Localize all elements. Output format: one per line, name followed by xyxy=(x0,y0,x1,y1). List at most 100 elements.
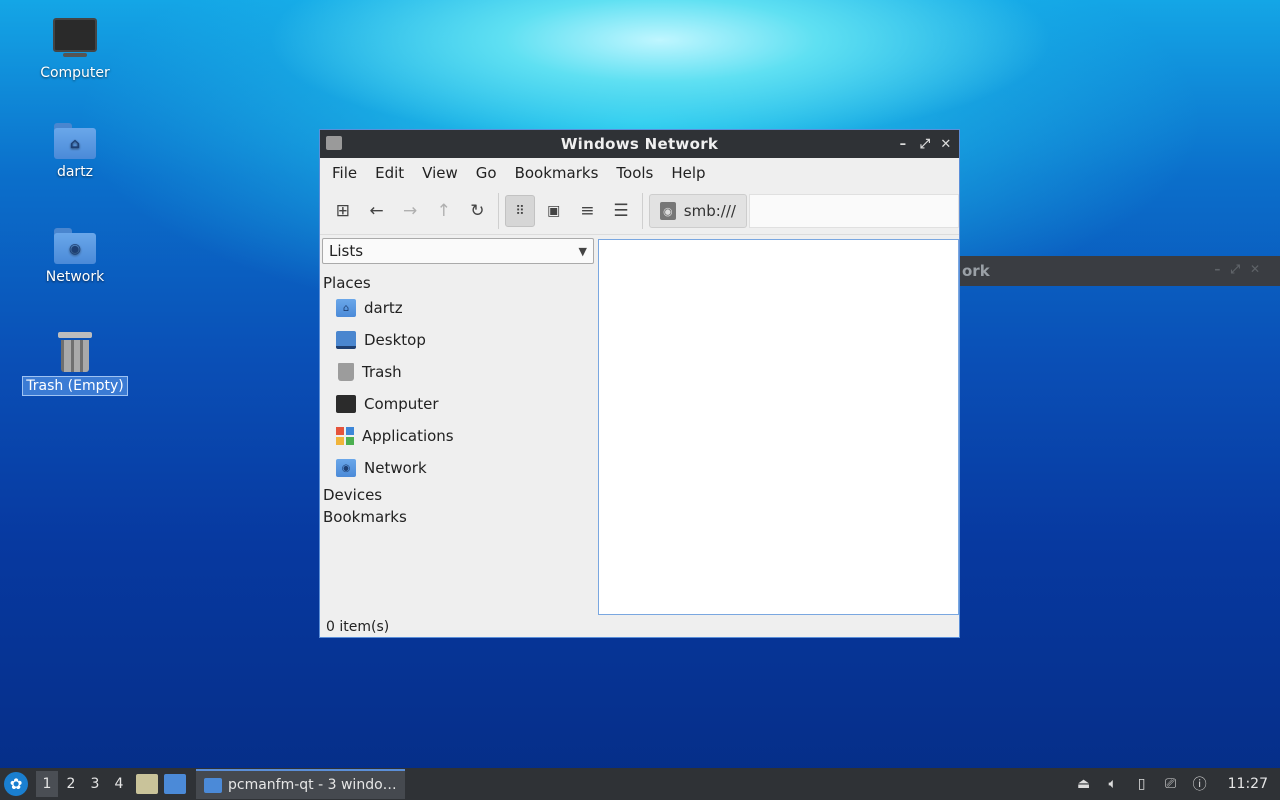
section-places[interactable]: Places xyxy=(322,274,594,292)
place-applications[interactable]: Applications xyxy=(322,420,594,452)
section-bookmarks[interactable]: Bookmarks xyxy=(322,508,594,526)
new-tab-icon: ⊞ xyxy=(335,201,350,221)
workspace-3[interactable]: 3 xyxy=(84,771,106,797)
file-manager-window: Windows Network – ⤢ ✕ File Edit View Go … xyxy=(319,129,960,638)
task-label: pcmanfm-qt - 3 windo… xyxy=(228,777,397,793)
status-bar: 0 item(s) xyxy=(326,619,390,635)
system-tray: ⏏ 🔈︎ ▯ ⎚ ⓘ 11:27 xyxy=(1065,775,1280,793)
computer-icon xyxy=(53,18,97,57)
desktop-icon-label: Trash (Empty) xyxy=(22,376,128,396)
compact-view-button[interactable]: ≡ xyxy=(573,195,603,227)
arrow-up-icon: ↑ xyxy=(436,201,451,221)
minimize-button[interactable]: – xyxy=(893,134,913,154)
side-pane: Lists ▼ Places ⌂ dartz Desktop Trash Com… xyxy=(322,238,594,526)
workspace-2[interactable]: 2 xyxy=(60,771,82,797)
file-view[interactable] xyxy=(598,239,959,615)
menu-view[interactable]: View xyxy=(414,160,466,186)
toolbar-separator xyxy=(641,193,643,229)
network-drive-icon: ◉ xyxy=(659,202,676,220)
place-label: Desktop xyxy=(364,331,426,349)
side-pane-mode-value: Lists xyxy=(329,242,364,260)
forward-button[interactable]: → xyxy=(395,195,425,227)
folder-icon xyxy=(204,777,222,793)
desktop-icon-label: Network xyxy=(45,269,105,285)
detailed-list-icon: ☰ xyxy=(613,201,629,221)
desktop-icon-label: Computer xyxy=(40,65,110,81)
home-folder-icon: ⌂ xyxy=(336,299,356,317)
up-button[interactable]: ↑ xyxy=(429,195,459,227)
eject-icon[interactable]: ⏏ xyxy=(1074,775,1094,793)
desktop-icon-dartz[interactable]: ⌂ dartz xyxy=(20,123,130,181)
window-title: Windows Network xyxy=(560,135,719,153)
start-menu-button[interactable]: ✿ xyxy=(4,772,28,796)
network-folder-icon: ◉ xyxy=(54,228,96,264)
desktop-icon xyxy=(336,331,356,349)
workspace-1[interactable]: 1 xyxy=(36,771,58,797)
toolbar: ⊞ ← → ↑ ↻ ⠿ ▣ ≡ ☰ ◉ smb:/// xyxy=(320,188,959,235)
maximize-button[interactable]: ⤢ xyxy=(915,134,935,154)
back-button[interactable]: ← xyxy=(362,195,392,227)
place-computer[interactable]: Computer xyxy=(322,388,594,420)
close-button[interactable]: ✕ xyxy=(936,134,956,154)
place-label: Trash xyxy=(362,363,402,381)
place-label: Applications xyxy=(362,427,454,445)
arrow-right-icon: → xyxy=(402,201,418,221)
menu-tools[interactable]: Tools xyxy=(608,160,661,186)
network-icon[interactable]: ⎚ xyxy=(1161,775,1181,793)
window-folder-icon xyxy=(326,136,342,150)
background-window-controls: –⤢✕ xyxy=(1214,262,1270,276)
chevron-down-icon: ▼ xyxy=(578,244,587,258)
background-window-title: ork xyxy=(962,262,990,280)
applications-icon xyxy=(336,427,354,445)
menu-help[interactable]: Help xyxy=(663,160,713,186)
desktop-icon-computer[interactable]: Computer xyxy=(20,18,130,82)
reload-icon: ↻ xyxy=(470,201,485,221)
lxqt-logo-icon: ✿ xyxy=(9,775,23,793)
place-desktop[interactable]: Desktop xyxy=(322,324,594,356)
computer-icon xyxy=(336,395,356,413)
background-window-titlebar[interactable]: ork –⤢✕ xyxy=(960,256,1280,286)
network-folder-icon: ◉ xyxy=(336,459,356,477)
icon-view-button[interactable]: ⠿ xyxy=(505,195,535,227)
window-titlebar[interactable]: Windows Network – ⤢ ✕ xyxy=(320,130,959,158)
path-button[interactable]: ◉ smb:/// xyxy=(648,194,747,228)
clipboard-icon[interactable]: ▯ xyxy=(1132,775,1152,793)
new-tab-button[interactable]: ⊞ xyxy=(328,195,358,227)
thumbnail-view-button[interactable]: ▣ xyxy=(539,195,569,227)
clock[interactable]: 11:27 xyxy=(1228,776,1268,792)
home-folder-icon: ⌂ xyxy=(54,123,96,159)
arrow-left-icon: ← xyxy=(369,201,384,221)
taskbar-task-pcmanfm[interactable]: pcmanfm-qt - 3 windo… xyxy=(196,769,405,799)
quicklaunch-file-manager[interactable] xyxy=(136,774,158,794)
toolbar-separator xyxy=(498,193,500,229)
workspace-4[interactable]: 4 xyxy=(108,771,130,797)
menu-bookmarks[interactable]: Bookmarks xyxy=(507,160,607,186)
trash-icon xyxy=(58,332,92,372)
taskbar: ✿ 1 2 3 4 pcmanfm-qt - 3 windo… ⏏ 🔈︎ ▯ ⎚… xyxy=(0,768,1280,800)
desktop-icon-network[interactable]: ◉ Network xyxy=(20,228,130,286)
path-bar-empty[interactable] xyxy=(748,194,959,228)
path-text: smb:/// xyxy=(683,202,736,220)
desktop-icon-label: dartz xyxy=(56,164,94,180)
quicklaunch-show-desktop[interactable] xyxy=(164,774,186,794)
menu-file[interactable]: File xyxy=(324,160,365,186)
side-pane-mode-select[interactable]: Lists ▼ xyxy=(322,238,594,264)
trash-icon xyxy=(338,363,354,381)
section-devices[interactable]: Devices xyxy=(322,486,594,504)
place-label: dartz xyxy=(364,299,403,317)
place-network[interactable]: ◉ Network xyxy=(322,452,594,484)
image-icon: ▣ xyxy=(547,203,561,219)
reload-button[interactable]: ↻ xyxy=(463,195,493,227)
volume-icon[interactable]: 🔈︎ xyxy=(1103,775,1123,793)
menu-go[interactable]: Go xyxy=(468,160,505,186)
desktop-icon-trash[interactable]: Trash (Empty) xyxy=(20,332,130,396)
place-dartz[interactable]: ⌂ dartz xyxy=(322,292,594,324)
grid-icon: ⠿ xyxy=(515,203,525,219)
place-label: Network xyxy=(364,459,427,477)
detailed-view-button[interactable]: ☰ xyxy=(606,195,636,227)
update-notifier-icon[interactable]: ⓘ xyxy=(1190,775,1210,793)
place-label: Computer xyxy=(364,395,439,413)
menu-bar: File Edit View Go Bookmarks Tools Help xyxy=(320,158,959,188)
menu-edit[interactable]: Edit xyxy=(367,160,412,186)
place-trash[interactable]: Trash xyxy=(322,356,594,388)
